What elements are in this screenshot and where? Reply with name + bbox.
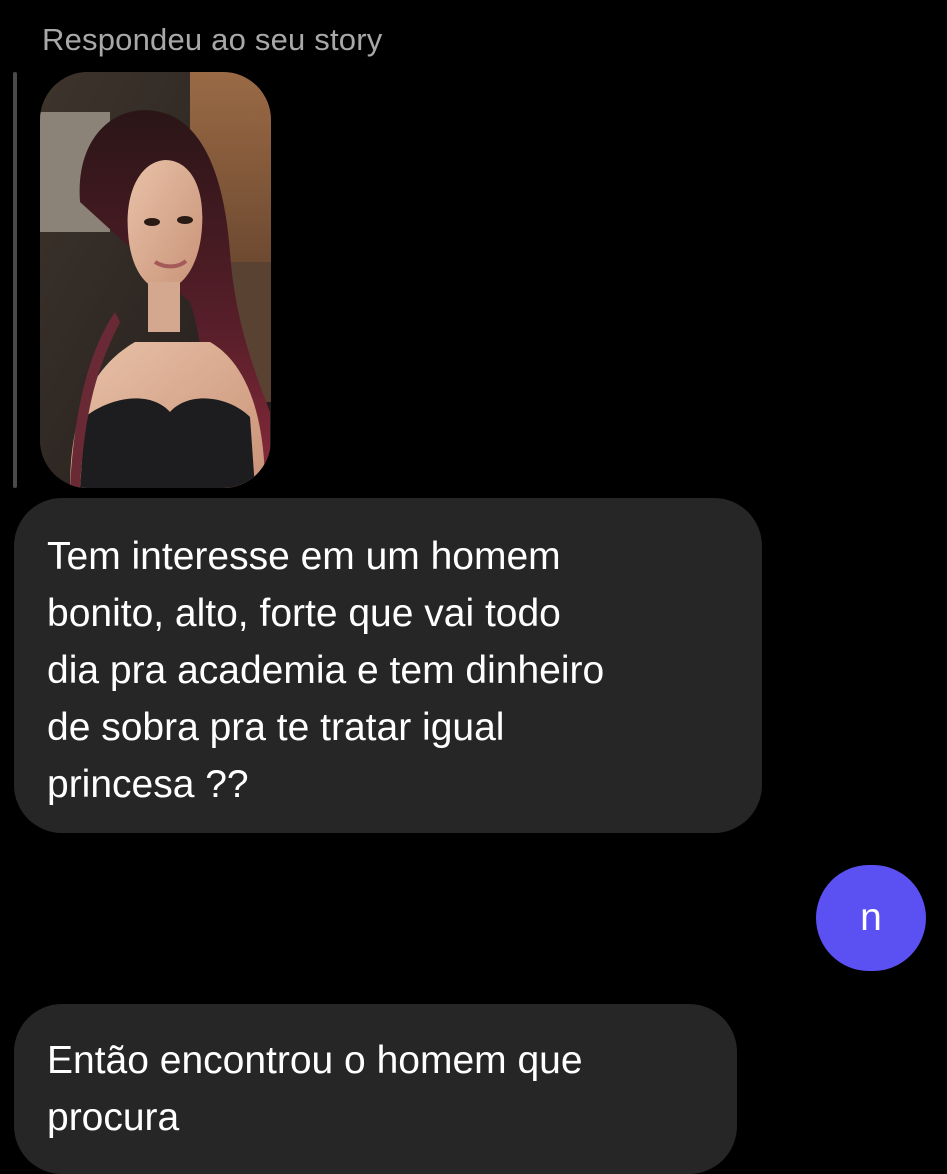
reply-indicator-bar [13, 72, 17, 488]
message-text-line: de sobra pra te tratar igual [47, 706, 505, 749]
incoming-message-bubble[interactable]: Tem interesse em um homem bonito, alto, … [14, 498, 762, 833]
message-text-line: dia pra academia e tem dinheiro [47, 649, 605, 692]
message-text-line: bonito, alto, forte que vai todo [47, 592, 561, 635]
outgoing-message-bubble[interactable]: n [816, 865, 926, 971]
incoming-message-bubble[interactable]: Então encontrou o homem que procura [14, 1004, 737, 1174]
message-text: n [860, 896, 882, 939]
reply-context-label: Respondeu ao seu story [42, 22, 383, 57]
message-text-line: princesa ?? [47, 763, 249, 806]
story-thumbnail[interactable] [40, 72, 271, 488]
message-text-line: Então encontrou o homem que [47, 1039, 583, 1082]
message-text-line: procura [47, 1096, 180, 1139]
message-text-line: Tem interesse em um homem [47, 535, 561, 578]
story-photo-image [40, 72, 271, 488]
